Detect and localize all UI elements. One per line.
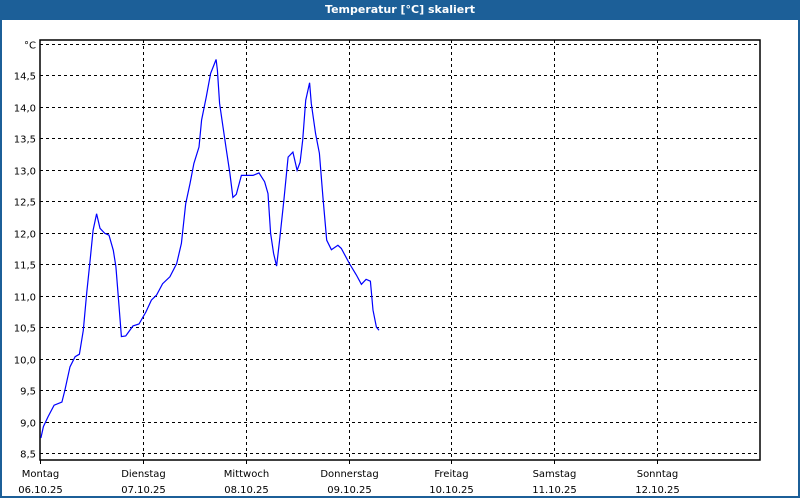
- x-tick-date-label: 11.10.25: [532, 485, 577, 496]
- y-tick-label: 12,0: [14, 230, 36, 241]
- x-tick-day-label: Samstag: [533, 469, 577, 480]
- y-tick-label: 11,5: [14, 261, 36, 272]
- x-tick-day-label: Dienstag: [121, 469, 166, 480]
- x-tick-date-label: 08.10.25: [224, 485, 269, 496]
- y-tick-label: 8,5: [20, 450, 36, 461]
- y-tick-label: 9,0: [20, 419, 36, 430]
- y-tick-label: 11,0: [14, 293, 36, 304]
- y-tick-label: 13,0: [14, 167, 36, 178]
- x-tick-date-label: 09.10.25: [327, 485, 372, 496]
- x-tick-day-label: Sonntag: [637, 469, 679, 480]
- y-tick-label: 10,0: [14, 356, 36, 367]
- y-tick-label: 9,5: [20, 387, 36, 398]
- temperature-chart: °C 14,5 14,0 13,5 13,0 12,5 12,0 11,5 11,0 10,5 10…: [14, 39, 761, 496]
- x-tick-date-label: 07.10.25: [121, 485, 166, 496]
- x-tick-day-label: Freitag: [434, 469, 468, 480]
- temperature-line: [40, 59, 380, 439]
- y-tick-label: 12,5: [14, 198, 36, 209]
- y-tick-label: °C: [24, 41, 36, 52]
- y-tick-label: 14,0: [14, 104, 36, 115]
- x-tick-date-label: 10.10.25: [429, 485, 474, 496]
- y-tick-label: 13,5: [14, 135, 36, 146]
- y-tick-label: 10,5: [14, 324, 36, 335]
- x-tick-date-label: 06.10.25: [18, 485, 63, 496]
- x-tick-day-label: Donnerstag: [320, 469, 378, 480]
- x-tick-day-label: Mittwoch: [224, 469, 269, 480]
- x-tick-date-label: 12.10.25: [635, 485, 680, 496]
- plot-frame: [39, 39, 761, 461]
- y-tick-label: 14,5: [14, 72, 36, 83]
- x-tick-day-label: Montag: [22, 469, 59, 480]
